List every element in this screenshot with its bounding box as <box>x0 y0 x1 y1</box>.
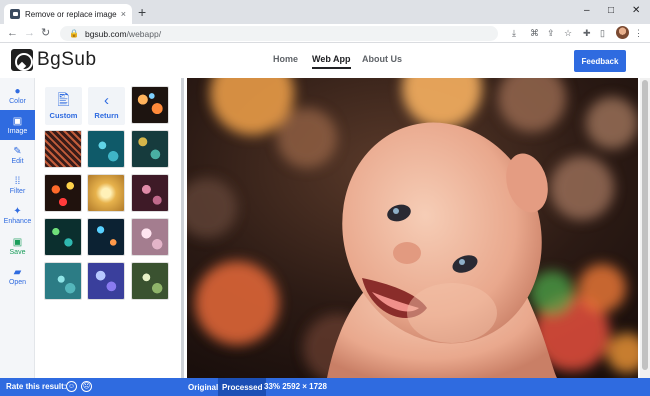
url-path: /webapp/ <box>126 28 162 39</box>
background-thumbnail[interactable] <box>88 219 124 255</box>
tool-label: Edit <box>11 157 24 165</box>
folder-open-icon: ▰ <box>13 266 22 278</box>
browser-menu-icon[interactable]: ⋮ <box>634 28 643 39</box>
maximize-button[interactable]: □ <box>608 4 614 18</box>
url-input[interactable]: 🔒 bgsub.com/webapp/ <box>60 26 498 41</box>
background-thumbnail[interactable] <box>88 175 124 211</box>
page-scrollbar[interactable] <box>640 78 650 378</box>
view-processed-tab[interactable]: Processed <box>218 378 267 396</box>
tool-save[interactable]: ▣ Save <box>0 231 35 261</box>
tool-label: Open <box>8 278 27 286</box>
background-thumbnail[interactable] <box>45 263 81 299</box>
status-bar: Rate this result: ☺ ☹ Original Processed… <box>0 378 650 396</box>
logo-text: BgSub <box>37 49 97 70</box>
address-bar-row: ← → ↻ 🔒 bgsub.com/webapp/ ⤓ ⌘ ⇪ ☆ ✚ ▯ ⋮ <box>0 24 650 43</box>
tool-label: Filter <box>9 187 26 195</box>
custom-label: Custom <box>49 110 78 120</box>
logo-mark-icon <box>11 49 33 71</box>
tool-filter[interactable]: ⁞⁞ Filter <box>0 170 35 200</box>
feedback-button[interactable]: Feedback <box>574 50 626 72</box>
background-thumbnail[interactable] <box>88 131 124 167</box>
happy-face-icon[interactable]: ☺ <box>66 381 77 392</box>
bgsub-logo[interactable]: BgSub <box>11 49 97 71</box>
image-canvas[interactable] <box>187 78 638 378</box>
browser-tab-strip: Remove or replace image backg × + – □ ✕ <box>0 0 650 24</box>
save-icon: ▣ <box>12 236 23 248</box>
tool-image[interactable]: ▣ Image <box>0 110 35 140</box>
bookmark-star-icon[interactable]: ☆ <box>564 28 572 39</box>
url-domain: bgsub.com <box>84 28 127 39</box>
profile-avatar[interactable] <box>616 26 629 39</box>
tool-open[interactable]: ▰ Open <box>0 261 35 291</box>
nav-home[interactable]: Home <box>273 54 298 64</box>
tool-label: Save <box>9 248 26 256</box>
sad-face-icon[interactable]: ☹ <box>81 381 92 392</box>
chevron-left-icon: ‹ <box>104 91 109 109</box>
image-icon: ▣ <box>12 115 23 127</box>
tool-edit[interactable]: ✎ Edit <box>0 140 35 170</box>
tool-label: Image <box>7 127 28 135</box>
reload-icon[interactable]: ↻ <box>41 26 50 40</box>
side-panel-icon[interactable]: ▯ <box>600 28 605 39</box>
view-original-tab[interactable]: Original <box>184 378 222 396</box>
image-file-icon: 🖺 <box>57 91 70 109</box>
background-panel: 🖺 Custom ‹ Return <box>36 78 184 378</box>
tool-color[interactable]: ● Color <box>0 80 35 110</box>
background-thumbnail[interactable] <box>45 131 81 167</box>
nav-about-us[interactable]: About Us <box>362 54 402 64</box>
nav-web-app-label: Web App <box>312 54 351 64</box>
translate-icon[interactable]: ⌘ <box>530 28 539 39</box>
background-thumbnail[interactable] <box>132 219 168 255</box>
tool-label: Enhance <box>3 217 32 225</box>
extensions-puzzle-icon[interactable]: ✚ <box>583 28 591 39</box>
active-nav-underline <box>312 67 351 69</box>
tool-enhance[interactable]: ✦ Enhance <box>0 200 35 230</box>
tool-sidebar: ● Color ▣ Image ✎ Edit ⁞⁞ Filter ✦ Enhan… <box>0 78 35 378</box>
close-window-button[interactable]: ✕ <box>632 4 640 18</box>
background-thumbnail[interactable] <box>132 263 168 299</box>
scrollbar-thumb[interactable] <box>642 80 648 370</box>
share-icon[interactable]: ⇪ <box>547 28 555 39</box>
return-label: Return <box>94 110 119 120</box>
processed-photo <box>187 78 638 378</box>
minimize-button[interactable]: – <box>584 4 590 18</box>
background-thumbnail[interactable] <box>132 87 168 123</box>
nav-web-app[interactable]: Web App <box>312 54 351 69</box>
background-thumbnail[interactable] <box>132 131 168 167</box>
sparkle-icon: ✦ <box>13 205 22 217</box>
background-thumbnail[interactable] <box>132 175 168 211</box>
new-tab-button[interactable]: + <box>138 4 146 20</box>
rate-result-label: Rate this result: <box>6 382 67 391</box>
palette-icon: ● <box>14 85 21 97</box>
tool-label: Color <box>9 97 26 105</box>
zoom-and-size: 33% 2592 × 1728 <box>264 382 327 391</box>
tab-close-icon[interactable]: × <box>121 9 126 19</box>
site-header: BgSub Home Web App About Us Feedback <box>0 44 640 77</box>
tab-title: Remove or replace image backg <box>25 9 118 19</box>
back-arrow-icon[interactable]: ← <box>7 26 18 40</box>
lock-icon: 🔒 <box>69 29 79 38</box>
site-favicon-icon <box>10 9 20 19</box>
background-thumbnail[interactable] <box>88 263 124 299</box>
background-thumbnail[interactable] <box>45 175 81 211</box>
custom-background-button[interactable]: 🖺 Custom <box>45 87 82 125</box>
forward-arrow-icon[interactable]: → <box>24 26 35 40</box>
filter-icon: ⁞⁞ <box>14 175 21 187</box>
download-icon[interactable]: ⤓ <box>512 28 516 39</box>
return-button[interactable]: ‹ Return <box>88 87 125 125</box>
pencil-icon: ✎ <box>13 145 22 157</box>
background-thumbnail[interactable] <box>45 219 81 255</box>
browser-tab[interactable]: Remove or replace image backg × <box>4 4 132 24</box>
